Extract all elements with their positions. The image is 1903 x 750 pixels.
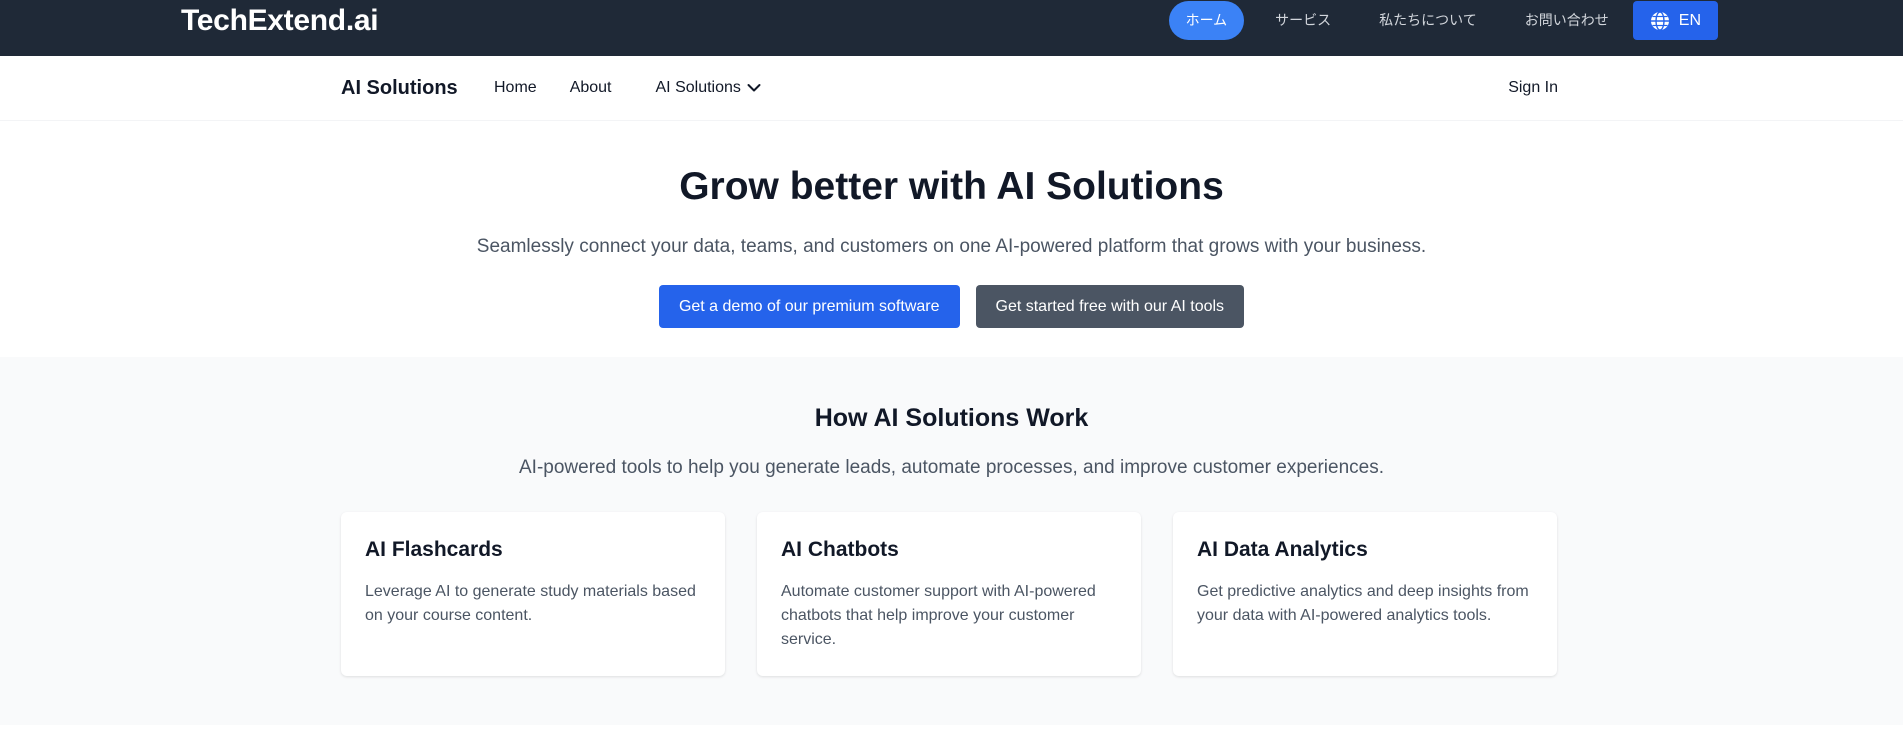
get-started-button[interactable]: Get started free with our AI tools: [975, 285, 1245, 328]
sign-in-link[interactable]: Sign In: [1508, 56, 1558, 120]
feature-cards: AI Flashcards Leverage AI to generate st…: [341, 512, 1557, 676]
demo-button[interactable]: Get a demo of our premium software: [658, 285, 960, 328]
hero-section: Grow better with AI Solutions Seamlessly…: [0, 121, 1903, 357]
language-button[interactable]: EN: [1632, 1, 1718, 40]
how-it-works-section: How AI Solutions Work AI-powered tools t…: [0, 357, 1903, 725]
feature-card-data-analytics[interactable]: AI Data Analytics Get predictive analyti…: [1173, 512, 1557, 676]
feature-card-title: AI Data Analytics: [1197, 538, 1368, 561]
section-subtitle: AI-powered tools to help you generate le…: [519, 457, 1384, 478]
feature-card-title: AI Flashcards: [365, 538, 503, 561]
hero-buttons: Get a demo of our premium software Get s…: [0, 285, 1903, 328]
top-nav-about-us[interactable]: 私たちについて: [1355, 1, 1501, 40]
nav-link-about[interactable]: About: [570, 79, 612, 97]
globe-icon: [1650, 10, 1669, 31]
top-nav: ホーム サービス 私たちについて お問い合わせ EN: [1168, 0, 1718, 41]
sub-nav: AI Solutions Home About AI Solutions Sig…: [0, 56, 1903, 121]
nav-dropdown-label: AI Solutions: [655, 79, 741, 96]
feature-card-text: Get predictive analytics and deep insigh…: [1197, 583, 1529, 624]
section-title: How AI Solutions Work: [814, 404, 1089, 432]
sub-nav-links: Home About AI Solutions: [494, 56, 794, 120]
feature-card-flashcards[interactable]: AI Flashcards Leverage AI to generate st…: [341, 512, 725, 676]
nav-link-home[interactable]: Home: [494, 79, 537, 97]
hero-subtitle: Seamlessly connect your data, teams, and…: [476, 236, 1427, 257]
top-nav-contact[interactable]: お問い合わせ: [1501, 1, 1633, 40]
feature-card-text: Automate customer support with AI-powere…: [781, 583, 1096, 648]
sub-nav-title[interactable]: AI Solutions: [341, 56, 458, 120]
brand-logo[interactable]: TechExtend.ai: [181, 0, 379, 41]
top-nav-home[interactable]: ホーム: [1168, 1, 1245, 40]
feature-card-title: AI Chatbots: [781, 538, 899, 561]
feature-card-chatbots[interactable]: AI Chatbots Automate customer support wi…: [757, 512, 1141, 676]
feature-card-text: Leverage AI to generate study materials …: [365, 583, 696, 624]
hero-title: Grow better with AI Solutions: [679, 165, 1224, 208]
language-label: EN: [1678, 11, 1701, 29]
nav-dropdown-ai-solutions[interactable]: AI Solutions: [656, 79, 761, 97]
chevron-down-icon: [747, 84, 761, 92]
top-nav-services[interactable]: サービス: [1251, 1, 1355, 40]
top-bar: TechExtend.ai ホーム サービス 私たちについて お問い合わせ EN: [0, 0, 1903, 56]
